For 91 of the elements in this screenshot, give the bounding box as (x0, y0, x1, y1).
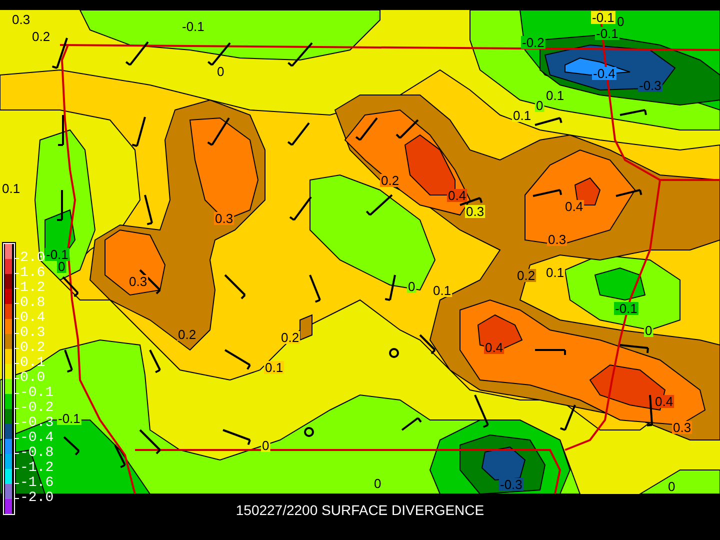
wind-barb-icon (309, 274, 321, 303)
contour-label: 0.2 (381, 173, 400, 188)
scale-label: -0.1 (20, 386, 54, 401)
wind-barb-icon (224, 349, 251, 370)
contour-label: 0.2 (281, 330, 300, 345)
contour-label: 0 (536, 98, 544, 113)
wind-barb-icon (139, 429, 161, 454)
wind-barb-icon (144, 194, 153, 226)
wind-barb-icon (149, 350, 161, 374)
contour-label: 0 (58, 259, 66, 274)
wind-barb-icon (52, 38, 68, 69)
contour-label: 0.2 (517, 268, 536, 283)
contour-label: 0.3 (129, 274, 148, 289)
contour-label: -0.1 (596, 26, 618, 41)
wind-barb-icon (58, 115, 64, 146)
contour-label: 0 (645, 323, 652, 338)
scale-label: 0.2 (20, 341, 46, 356)
wind-barb-icon (646, 394, 653, 426)
wind-barb-icon (125, 41, 149, 66)
wind-barb-icon (401, 417, 422, 431)
wind-barb-icon (63, 436, 80, 456)
wind-barb-icon (62, 276, 79, 298)
contour-label: -0.3 (639, 78, 662, 93)
contour-label: 0 (668, 479, 676, 494)
contour-label: 0 (217, 64, 224, 79)
contour-label: 0.4 (448, 188, 466, 203)
contour-label: -0.1 (615, 301, 638, 316)
contour-label: 0.3 (12, 12, 30, 27)
wind-barb-icon (620, 344, 649, 354)
calm-wind-icon (389, 348, 399, 358)
wind-barb-icon (287, 122, 310, 146)
wind-barb-icon (616, 189, 642, 197)
wind-barb-icon (132, 116, 146, 147)
map-title: 150227/2200 SURFACE DIVERGENCE (236, 502, 484, 520)
wind-barb-icon (64, 350, 73, 373)
contour-label: 0.2 (178, 327, 196, 342)
wind-barb-icon (560, 404, 576, 431)
contour-label: 0.1 (433, 283, 452, 298)
wind-barb-icon (57, 190, 63, 221)
wind-barb-icon (396, 119, 419, 139)
wind-barb-icon (474, 394, 489, 428)
scale-label: 1.6 (20, 266, 46, 281)
scale-label: 1.2 (20, 281, 46, 296)
contour-label: 0.3 (548, 232, 566, 247)
contour-label: -0.1 (182, 19, 204, 34)
contour-label: 0.4 (565, 199, 584, 214)
wind-barb-icon (289, 196, 312, 221)
contour-label: 0.1 (546, 88, 564, 103)
contour-label: 0.1 (546, 265, 564, 280)
contour-label: 0.1 (2, 181, 20, 196)
wind-barb-icon (207, 117, 230, 146)
scale-label: -0.2 (20, 401, 54, 416)
scale-label: 0.0 (20, 371, 46, 386)
wind-barb-icon (208, 42, 231, 66)
contour-label: -0.3 (500, 477, 522, 492)
wind-barb-icon (222, 429, 251, 446)
scale-label: 0.4 (20, 311, 46, 326)
wind-barb-icon (224, 274, 246, 300)
contour-label: 0.3 (466, 204, 484, 219)
wind-barb-icon (366, 194, 393, 216)
contour-label: 0.4 (655, 394, 674, 409)
contour-label: 0.3 (215, 211, 234, 226)
wind-barb-icon (114, 444, 126, 468)
wind-barb-icon (532, 189, 562, 197)
contour-label: 0.4 (485, 340, 504, 355)
scale-label: -1.6 (20, 476, 54, 491)
wind-barb-icon (288, 42, 313, 67)
calm-wind-icon (304, 427, 314, 437)
scale-label: -2.0 (20, 491, 54, 506)
contour-label: -0.1 (592, 10, 614, 25)
wind-barb-icon (534, 117, 562, 126)
contour-label: -0.1 (46, 247, 68, 262)
scale-label: 0.3 (20, 326, 46, 341)
wind-barb-icon (419, 334, 436, 354)
scale-label: -0.4 (20, 431, 54, 446)
wind-barb-icon (535, 349, 566, 355)
wind-barb-icon (620, 109, 647, 116)
contour-label: 0 (374, 476, 382, 491)
contour-label: 0 (617, 14, 624, 29)
contour-label: 0 (408, 279, 416, 294)
scale-label: 0.8 (20, 296, 46, 311)
contour-label: 0.2 (32, 29, 50, 44)
contour-label: -0.1 (58, 411, 80, 426)
contour-label: -0.4 (593, 66, 616, 81)
wind-barb-icon (384, 274, 396, 301)
contour-label: 0.1 (265, 360, 284, 375)
contour-label: -0.2 (522, 35, 544, 50)
wind-barb-icon (355, 117, 378, 141)
contour-label: 0.1 (513, 108, 532, 123)
contour-label: 0 (262, 438, 270, 453)
contour-label: 0.3 (673, 420, 692, 435)
